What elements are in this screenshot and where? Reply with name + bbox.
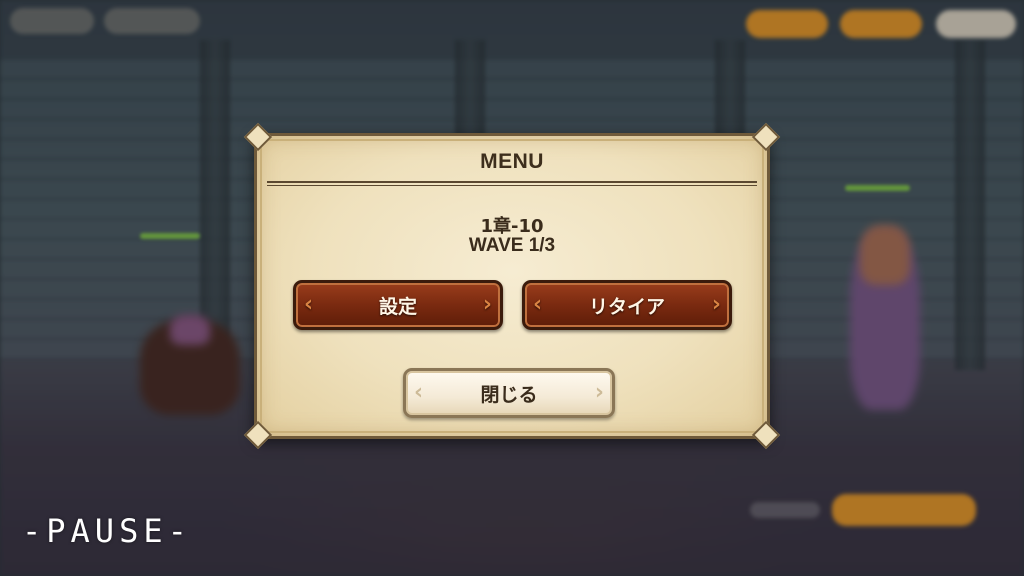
menu-dialog: MENU 1章-10 WAVE 1/3 ‹ 設定 › ‹ リタイア › ‹ 閉じ… xyxy=(243,122,781,450)
retire-button[interactable]: ‹ リタイア › xyxy=(522,280,732,330)
bracket-ornament-icon: ‹ xyxy=(533,292,543,317)
wave-counter: WAVE 1/3 xyxy=(468,235,556,256)
bracket-ornament-icon: › xyxy=(594,380,604,405)
bracket-ornament-icon: ‹ xyxy=(414,380,424,405)
settings-button-label: 設定 xyxy=(378,295,417,318)
retire-button-label: リタイア xyxy=(588,295,665,318)
pause-indicator: -PAUSE- xyxy=(22,512,192,550)
title-divider xyxy=(267,181,757,186)
close-button-label: 閉じる xyxy=(480,383,538,406)
bracket-ornament-icon: ‹ xyxy=(304,292,314,317)
dialog-title: MENU xyxy=(480,150,544,173)
settings-button[interactable]: ‹ 設定 › xyxy=(293,280,503,330)
bracket-ornament-icon: › xyxy=(711,292,721,317)
game-screen: MENU 1章-10 WAVE 1/3 ‹ 設定 › ‹ リタイア › ‹ 閉じ… xyxy=(0,0,1024,576)
close-button[interactable]: ‹ 閉じる › xyxy=(403,368,615,418)
bracket-ornament-icon: › xyxy=(482,292,492,317)
